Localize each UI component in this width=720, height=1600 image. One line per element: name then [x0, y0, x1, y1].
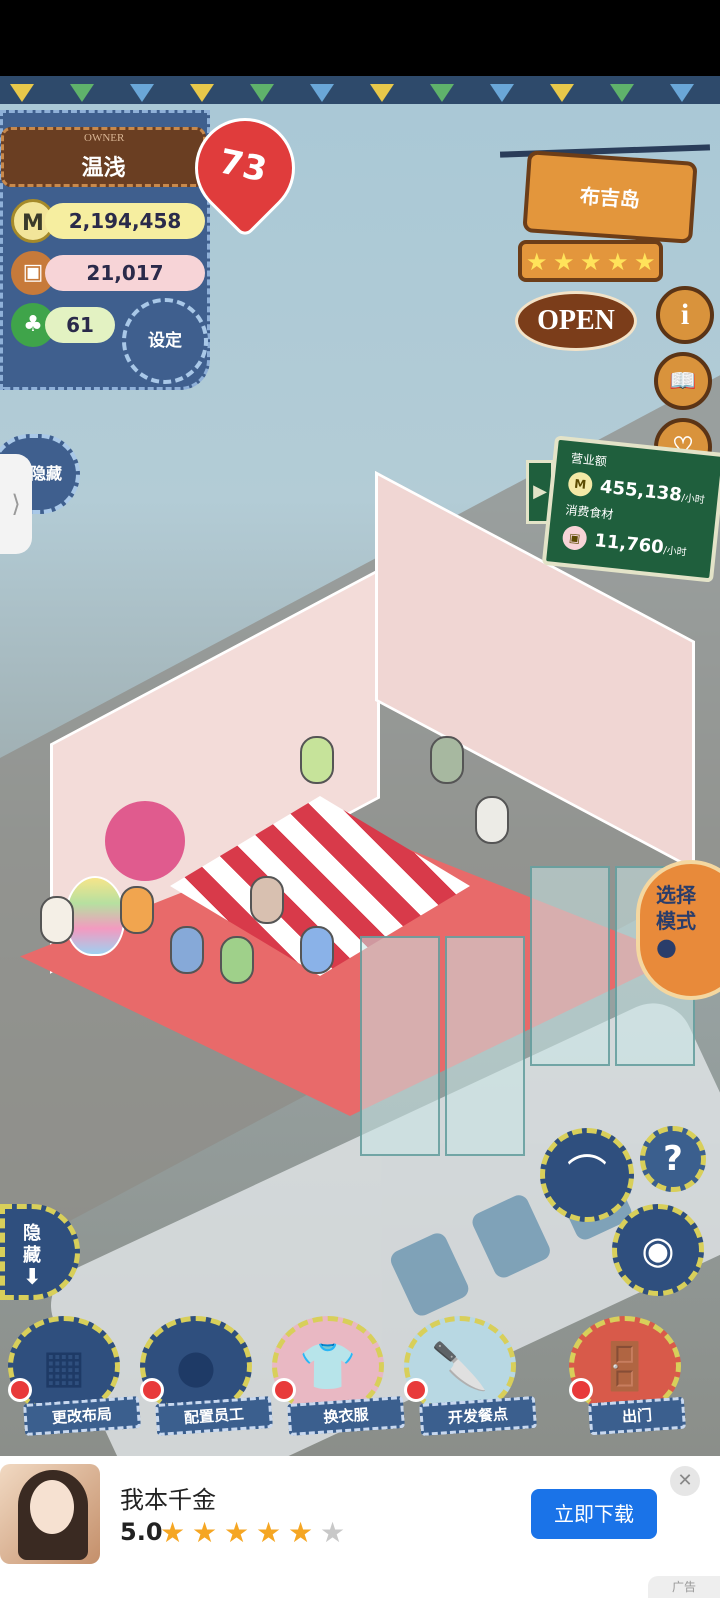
- ad-score: 5.0: [120, 1518, 163, 1546]
- star-icon: ★: [526, 248, 548, 276]
- star-icon: ★: [224, 1516, 250, 1549]
- download-button[interactable]: 立即下载: [531, 1489, 657, 1539]
- customer-bear[interactable]: [300, 926, 334, 974]
- star-icon: ★: [634, 248, 656, 276]
- go-out-label: 出门: [588, 1396, 686, 1436]
- bunting-decoration: [0, 76, 720, 104]
- star-icon: ★: [160, 1516, 186, 1549]
- change-clothes-button[interactable]: 👕 换衣服: [268, 1316, 405, 1437]
- customer-bear[interactable]: [170, 926, 204, 974]
- staff-bear[interactable]: [300, 736, 334, 784]
- develop-dish-label: 开发餐点: [419, 1395, 537, 1437]
- star-icon: ★: [192, 1516, 218, 1549]
- select-mode-label-1: 选择: [656, 883, 696, 907]
- consumption-label: 消费食材: [564, 502, 615, 522]
- consumption-value: 11,760/小时: [593, 530, 688, 559]
- change-layout-button[interactable]: ▦ 更改布局: [4, 1316, 141, 1437]
- customer-bear[interactable]: [220, 936, 254, 984]
- bear-head-icon: ●: [656, 933, 677, 961]
- owner-name-plate[interactable]: OWNER 温浅: [1, 127, 206, 187]
- staff-bear[interactable]: [475, 796, 509, 844]
- clover-value: 61: [45, 307, 115, 343]
- hide-label-2: 藏: [23, 1245, 41, 1266]
- camera-icon: ◉: [641, 1228, 675, 1272]
- basket-icon: ▣: [561, 524, 588, 552]
- close-icon[interactable]: ✕: [670, 1466, 700, 1496]
- star-icon: ★: [607, 248, 629, 276]
- glass-display-case[interactable]: [445, 936, 525, 1156]
- settings-button[interactable]: 设定: [122, 298, 208, 384]
- ingredients-value: 21,017: [45, 255, 205, 291]
- shop-rating: ★ ★ ★ ★ ★: [518, 240, 663, 282]
- star-icon: ★: [553, 248, 575, 276]
- shop-name: 布吉岛: [579, 183, 641, 213]
- coins-value: 2,194,458: [45, 203, 205, 239]
- develop-dish-button[interactable]: 🔪 开发餐点: [400, 1316, 537, 1437]
- hat-button[interactable]: ⌒: [540, 1128, 634, 1222]
- revenue-value: 455,138/小时: [599, 476, 706, 507]
- ad-tag: 广告: [648, 1576, 720, 1598]
- info-button[interactable]: i: [656, 286, 714, 344]
- select-mode-label-2: 模式: [656, 909, 696, 933]
- staff-bear[interactable]: [430, 736, 464, 784]
- shop-sign[interactable]: 布吉岛: [522, 150, 698, 244]
- owner-name: 温浅: [81, 156, 126, 181]
- owner-label: OWNER: [84, 132, 125, 144]
- open-sign[interactable]: OPEN: [515, 291, 637, 351]
- select-mode-button[interactable]: 选择 模式 ●: [636, 860, 720, 1000]
- pin-icon: [404, 1378, 428, 1402]
- ad-thumbnail[interactable]: [0, 1464, 100, 1564]
- star-icon: ★: [256, 1516, 282, 1549]
- pin-icon: [8, 1378, 32, 1402]
- camera-button[interactable]: ◉: [612, 1204, 704, 1296]
- revenue-label: 营业额: [570, 451, 608, 469]
- game-scene[interactable]: OWNER 温浅 M 2,194,458 ▣ 21,017 ♣ 61 73 隐藏…: [0, 76, 720, 1486]
- star-icon: ★: [288, 1516, 314, 1549]
- hide-label-1: 隐: [23, 1223, 41, 1244]
- coin-icon: M: [567, 471, 594, 498]
- hat-icon: ⌒: [567, 1152, 607, 1198]
- question-icon: ?: [663, 1139, 683, 1179]
- customer-bear[interactable]: [250, 876, 284, 924]
- pin-icon: [569, 1378, 593, 1402]
- pin-icon: [272, 1378, 296, 1402]
- customer-bear[interactable]: [40, 896, 74, 944]
- ad-banner[interactable]: 我本千金 5.0 ★ ★ ★ ★ ★ ★ 立即下载 ✕ 广告: [0, 1456, 720, 1600]
- arrow-down-icon: ⬇: [23, 1265, 42, 1290]
- change-clothes-label: 换衣服: [287, 1395, 405, 1437]
- star-empty-icon: ★: [320, 1516, 346, 1549]
- ad-avatar: [30, 1480, 74, 1534]
- pink-tree-decoration[interactable]: [105, 801, 185, 881]
- assign-staff-button[interactable]: ● 配置员工: [136, 1316, 273, 1437]
- glass-display-case[interactable]: [360, 936, 440, 1156]
- star-icon: ★: [580, 248, 602, 276]
- pin-icon: [140, 1378, 164, 1402]
- go-out-button[interactable]: 🚪 出门: [565, 1316, 686, 1436]
- ad-title[interactable]: 我本千金: [120, 1480, 216, 1515]
- side-drawer-handle[interactable]: ⟩: [0, 454, 32, 554]
- status-bar: [0, 0, 720, 76]
- glass-display-case[interactable]: [530, 866, 610, 1066]
- customer-bear[interactable]: [120, 886, 154, 934]
- recipe-book-icon[interactable]: 📖: [654, 352, 712, 410]
- easter-egg-decoration[interactable]: [65, 876, 125, 956]
- help-button[interactable]: ?: [640, 1126, 706, 1192]
- restaurant-room[interactable]: [20, 470, 710, 1176]
- sales-board: 营业额 M 455,138/小时 消费食材 ▣ 11,760/小时: [541, 435, 720, 583]
